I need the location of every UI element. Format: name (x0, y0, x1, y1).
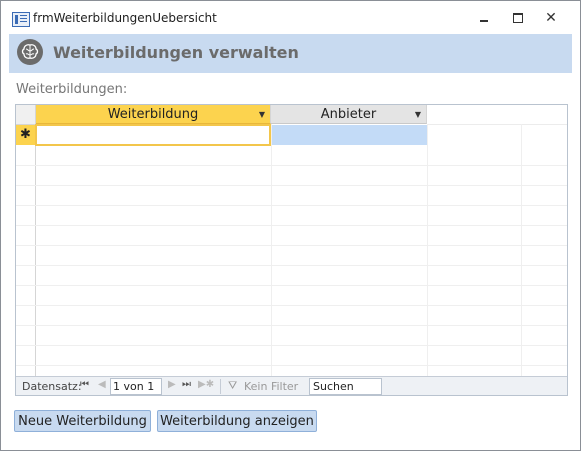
grid-line (16, 325, 567, 326)
record-navigation-bar: Datensatz: ⏮ ◀ 1 von 1 ▶ ⏭ ▶✱ ⛛ Kein Fil… (16, 376, 567, 395)
access-form-window: frmWeiterbildungenUebersicht ✕ Weiterbil… (0, 0, 581, 451)
select-all-corner[interactable] (16, 105, 36, 125)
filter-toggle[interactable]: Kein Filter (244, 380, 298, 393)
record-label: Datensatz: (22, 380, 82, 393)
new-weiterbildung-button[interactable]: Neue Weiterbildung (14, 410, 151, 432)
grid-line (16, 285, 567, 286)
datasheet-subform[interactable]: Weiterbildung ▼ Anbieter ▼ ✱ Datensatz: … (15, 104, 568, 396)
minimize-button[interactable] (475, 10, 493, 26)
column-header-weiterbildung[interactable]: Weiterbildung ▼ (36, 105, 271, 124)
first-record-icon[interactable]: ⏮ (80, 379, 89, 390)
new-record-selector[interactable]: ✱ (16, 125, 35, 145)
close-button[interactable]: ✕ (542, 10, 560, 26)
record-selector-column (16, 145, 36, 377)
dropdown-arrow-icon[interactable]: ▼ (259, 105, 265, 124)
grid-line (16, 185, 567, 186)
title-bar[interactable]: frmWeiterbildungenUebersicht ✕ (1, 1, 580, 34)
last-record-icon[interactable]: ⏭ (182, 379, 191, 390)
separator (220, 379, 221, 394)
window-title: frmWeiterbildungenUebersicht (33, 11, 217, 25)
search-input[interactable]: Suchen (309, 378, 382, 395)
grid-line (427, 124, 428, 376)
record-position-input[interactable]: 1 von 1 (110, 378, 162, 395)
column-header-anbieter[interactable]: Anbieter ▼ (271, 105, 427, 124)
new-record-icon[interactable]: ▶✱ (198, 379, 214, 390)
filter-icon[interactable]: ⛛ (228, 379, 237, 393)
grid-line (16, 245, 567, 246)
grid-line (16, 265, 567, 266)
form-icon (12, 12, 30, 27)
grid-line (271, 124, 272, 376)
grid-line (16, 165, 567, 166)
column-header-label: Anbieter (320, 107, 377, 122)
grid-line (16, 365, 567, 366)
dropdown-arrow-icon[interactable]: ▼ (415, 105, 421, 124)
empty-header-area (427, 105, 567, 125)
maximize-button[interactable] (509, 10, 527, 26)
grid-line (16, 345, 567, 346)
form-title: Weiterbildungen verwalten (53, 43, 299, 62)
anbieter-cell[interactable] (271, 125, 427, 145)
form-header: Weiterbildungen verwalten (9, 34, 572, 73)
list-label: Weiterbildungen: (16, 82, 128, 97)
grid-line (16, 225, 567, 226)
brain-icon (17, 39, 43, 65)
show-weiterbildung-button[interactable]: Weiterbildung anzeigen (157, 410, 317, 432)
column-header-label: Weiterbildung (107, 107, 199, 122)
previous-record-icon[interactable]: ◀ (98, 379, 106, 390)
grid-line (16, 205, 567, 206)
weiterbildung-cell-input[interactable] (35, 124, 271, 146)
next-record-icon[interactable]: ▶ (168, 379, 176, 390)
grid-line (521, 124, 522, 376)
grid-line (16, 305, 567, 306)
